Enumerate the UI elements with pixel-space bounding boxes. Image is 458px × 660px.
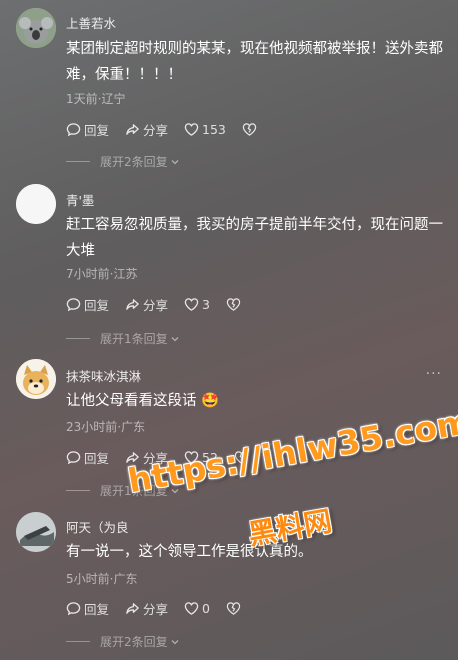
broken-heart-icon [226, 601, 241, 615]
doge-avatar-icon [16, 359, 56, 399]
avatar[interactable] [16, 359, 56, 399]
share-button[interactable]: 分享 [125, 120, 168, 139]
comment-meta: 5小时前·广东 [66, 572, 138, 586]
expand-label: 展开2条回复 [100, 635, 168, 649]
expand-label: 展开1条回复 [100, 484, 168, 498]
dislike-button[interactable] [234, 450, 252, 465]
avatar[interactable] [16, 8, 56, 48]
share-icon [126, 123, 139, 135]
comment-username[interactable]: 抹茶味冰淇淋 [66, 366, 141, 385]
share-label: 分享 [143, 297, 169, 313]
reply-icon [66, 122, 81, 136]
share-button[interactable]: 分享 [125, 599, 168, 618]
heart-icon [184, 601, 199, 615]
like-button[interactable]: 0 [184, 601, 210, 616]
share-button[interactable]: 分享 [125, 295, 168, 314]
reply-label: 回复 [84, 601, 110, 617]
white-avatar-icon [16, 184, 56, 224]
like-count: 3 [202, 296, 210, 312]
expand-replies[interactable]: 展开2条回复 [66, 633, 180, 650]
koala-avatar-icon [16, 8, 56, 48]
reply-label: 回复 [84, 122, 110, 138]
expand-replies[interactable]: 展开1条回复 [66, 330, 180, 347]
dislike-button[interactable] [242, 122, 260, 137]
chevron-down-icon [171, 639, 179, 644]
like-button[interactable]: 3 [184, 297, 210, 312]
dislike-button[interactable] [226, 601, 244, 616]
comment-username[interactable]: 上善若水 [66, 13, 116, 32]
heart-icon [184, 122, 199, 136]
comment-username[interactable]: 阿天（为良 [66, 517, 129, 536]
expand-label: 展开1条回复 [100, 332, 168, 346]
divider [66, 490, 90, 491]
dislike-button[interactable] [226, 297, 244, 312]
chevron-down-icon [171, 336, 179, 341]
share-label: 分享 [143, 601, 169, 617]
broken-heart-icon [234, 450, 249, 464]
reply-label: 回复 [84, 450, 110, 466]
comment-username[interactable]: 青'墨 [66, 190, 94, 209]
broken-heart-icon [226, 297, 241, 311]
avatar[interactable] [16, 512, 56, 552]
share-icon [126, 451, 139, 463]
reply-button[interactable]: 回复 [66, 295, 109, 314]
reply-label: 回复 [84, 297, 110, 313]
like-button[interactable]: 52 [184, 450, 218, 465]
divider [66, 641, 90, 642]
like-count: 153 [202, 121, 226, 137]
like-count: 52 [202, 449, 218, 465]
divider [66, 338, 90, 339]
comment-meta: 23小时前·广东 [66, 420, 146, 434]
expand-replies[interactable]: 展开2条回复 [66, 153, 180, 170]
comment-actions: 回复 分享 52 [66, 448, 252, 467]
chevron-down-icon [171, 159, 179, 164]
comment-meta: 1天前·辽宁 [66, 92, 126, 106]
reply-icon [66, 450, 81, 464]
comment-meta: 7小时前·江苏 [66, 267, 138, 281]
share-label: 分享 [143, 450, 169, 466]
comment-text: 赶工容易忽视质量，我买的房子提前半年交付，现在问题一大堆 [66, 217, 443, 259]
chevron-down-icon [171, 488, 179, 493]
reply-button[interactable]: 回复 [66, 120, 109, 139]
comment-text: 某团制定超时规则的某某，现在他视频都被举报！送外卖都难，保重！！！！ [66, 41, 443, 83]
heart-icon [184, 450, 199, 464]
more-options-button[interactable]: ··· [426, 366, 442, 382]
reply-button[interactable]: 回复 [66, 599, 109, 618]
share-icon [126, 298, 139, 310]
comment-actions: 回复 分享 3 [66, 295, 244, 314]
divider [66, 161, 90, 162]
reply-icon [66, 601, 81, 615]
comment-text: 让他父母看看这段话 🤩 [66, 393, 220, 409]
expand-replies[interactable]: 展开1条回复 [66, 482, 180, 499]
share-label: 分享 [143, 122, 169, 138]
broken-heart-icon [242, 122, 257, 136]
photo-avatar-icon [16, 512, 56, 552]
comment-actions: 回复 分享 153 [66, 120, 260, 139]
like-button[interactable]: 153 [184, 122, 226, 137]
reply-button[interactable]: 回复 [66, 448, 109, 467]
share-icon [126, 602, 139, 614]
expand-label: 展开2条回复 [100, 155, 168, 169]
reply-icon [66, 297, 81, 311]
heart-icon [184, 297, 199, 311]
comment-actions: 回复 分享 0 [66, 599, 244, 618]
like-count: 0 [202, 600, 210, 616]
comment-text: 有一说一，这个领导工作是很认真的。 [66, 544, 313, 560]
share-button[interactable]: 分享 [125, 448, 168, 467]
avatar[interactable] [16, 184, 56, 224]
